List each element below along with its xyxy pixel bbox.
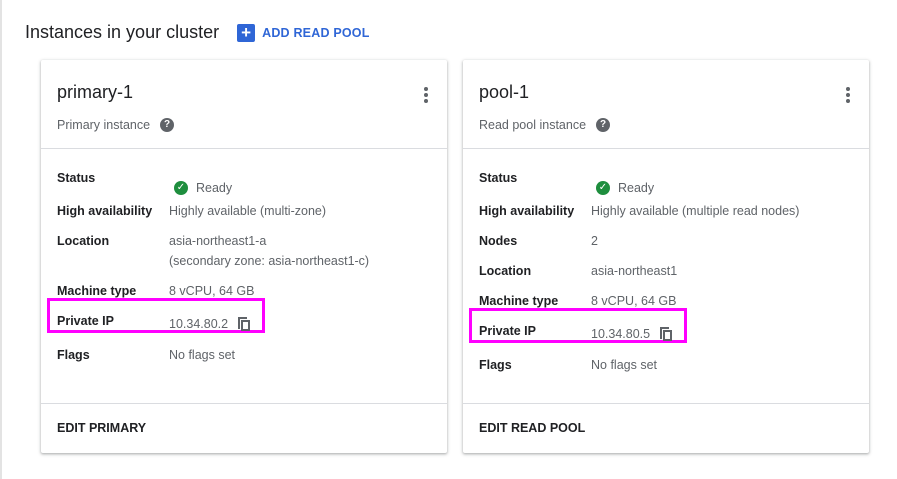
row-nodes: Nodes 2 [463,234,869,264]
section-header: Instances in your cluster + ADD READ POO… [25,22,370,43]
more-vert-icon[interactable] [423,87,429,103]
instance-name: primary-1 [57,82,134,102]
instance-type: Read pool instance [479,118,587,132]
label: Status [57,171,96,185]
row-private-ip: Private IP 10.34.80.5 [463,308,869,358]
highlight-box [469,308,687,343]
check-circle-icon: ✓ [174,180,188,195]
check-circle-icon: ✓ [596,180,610,195]
add-read-pool-button[interactable]: + ADD READ POOL [237,23,370,42]
copy-icon[interactable] [660,327,673,341]
left-border [0,0,2,479]
label: Flags [479,358,512,372]
value: Highly available (multiple read nodes) [591,204,800,218]
label: Location [479,264,532,278]
value: Highly available (multi-zone) [169,204,327,218]
row-private-ip: Private IP 10.34.80.2 [41,298,447,348]
row-status: Status ✓ Ready [41,171,447,204]
label: Status [479,171,518,185]
help-icon[interactable]: ? [596,118,611,132]
row-high-availability: High availability Highly available (multi… [41,204,447,234]
edit-read-pool-button[interactable]: EDIT READ POOL [463,404,869,452]
row-status: Status ✓ Ready [463,171,869,204]
instance-card-read-pool: pool-1 Read pool instance? Status ✓ Ready … [463,60,869,453]
label: High availability [57,204,153,218]
label: High availability [479,204,575,218]
plus-icon: + [237,23,256,42]
value: asia-northeast1 [591,264,678,278]
value-secondary: (secondary zone: asia-northeast1-c) [169,254,370,268]
value: 2 [591,234,598,248]
row-location: Location asia-northeast1-a (secondary zone… [41,234,447,284]
row-high-availability: High availability Highly available (multi… [463,204,869,234]
instance-type: Primary instance [57,118,151,132]
value: No flags set [169,348,236,362]
more-vert-icon[interactable] [845,87,851,103]
value: No flags set [591,358,658,372]
section-title: Instances in your cluster [25,22,220,42]
copy-icon[interactable] [238,317,251,331]
status-value: Ready [196,180,233,195]
add-read-pool-label: ADD READ POOL [262,25,370,40]
instance-name: pool-1 [479,82,530,102]
row-location: Location asia-northeast1 [463,264,869,294]
row-flags: Flags No flags set [41,348,447,378]
help-icon[interactable]: ? [160,118,175,132]
label: Flags [57,348,90,362]
label: Nodes [479,234,518,248]
value: asia-northeast1-a [169,234,267,248]
edit-primary-button[interactable]: EDIT PRIMARY [41,404,447,452]
highlight-box [47,298,265,333]
instance-card-primary: primary-1 Primary instance? Status ✓ Ready… [41,60,447,453]
row-flags: Flags No flags set [463,358,869,388]
status-value: Ready [618,180,655,195]
label: Location [57,234,110,248]
